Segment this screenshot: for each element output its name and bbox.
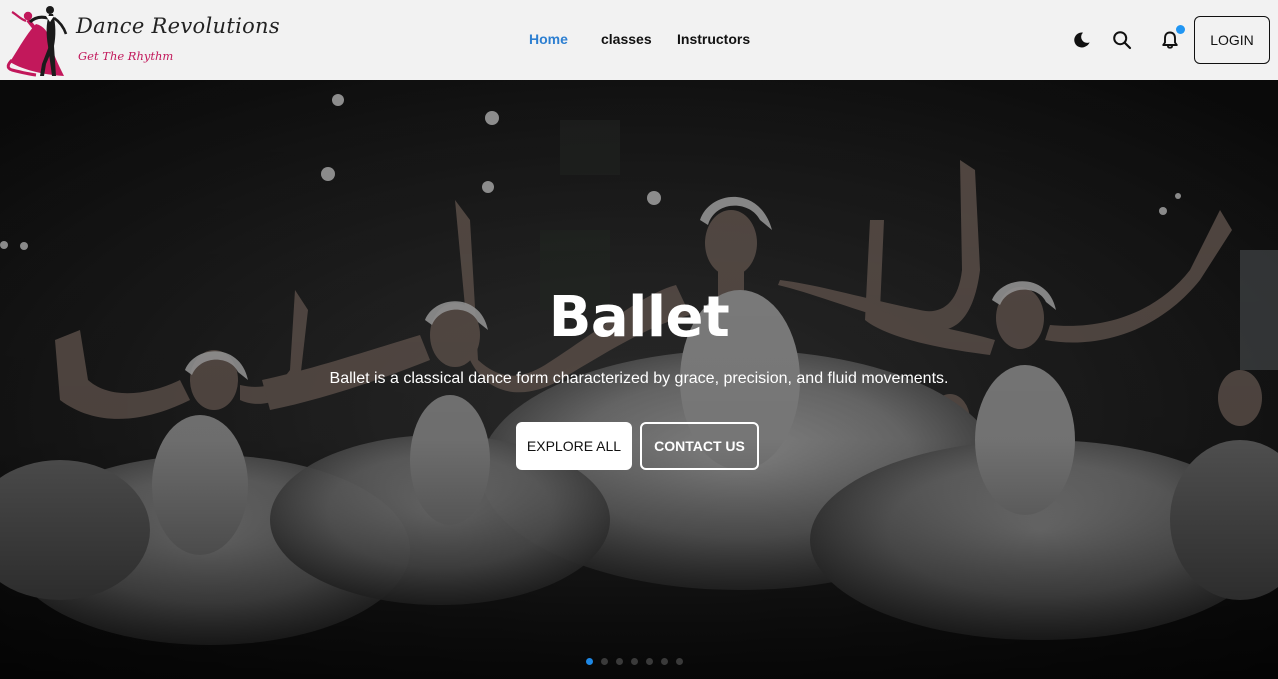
nav-link-instructors[interactable]: Instructors <box>677 31 750 47</box>
carousel-dot-7[interactable] <box>676 658 683 665</box>
brand-title: Dance Revolutions <box>76 14 280 38</box>
dancing-couple-logo-icon <box>6 6 68 77</box>
carousel-dot-3[interactable] <box>616 658 623 665</box>
brand-tagline: Get The Rhythm <box>78 49 174 63</box>
hero-title: Ballet <box>548 285 730 350</box>
hero-description: Ballet is a classical dance form charact… <box>329 370 949 387</box>
carousel-dot-4[interactable] <box>631 658 638 665</box>
moon-icon <box>1074 32 1090 48</box>
carousel-dot-1[interactable] <box>586 658 593 665</box>
login-button[interactable]: LOGIN <box>1194 16 1270 64</box>
nav-link-classes[interactable]: classes <box>601 31 652 47</box>
search-button[interactable] <box>1110 28 1134 52</box>
notification-badge-dot <box>1176 25 1185 34</box>
brand-logo[interactable]: Dance Revolutions Get The Rhythm <box>6 2 280 78</box>
hero-carousel: Ballet Ballet is a classical dance form … <box>0 80 1278 679</box>
hero-content: Ballet Ballet is a classical dance form … <box>0 290 1278 388</box>
carousel-dot-5[interactable] <box>646 658 653 665</box>
explore-all-button[interactable]: EXPLORE ALL <box>516 422 632 470</box>
navbar: Dance Revolutions Get The Rhythm Home cl… <box>0 0 1278 80</box>
search-icon <box>1113 31 1132 50</box>
carousel-indicators <box>586 658 683 666</box>
contact-us-button[interactable]: CONTACT US <box>640 422 759 470</box>
carousel-dot-2[interactable] <box>601 658 608 665</box>
carousel-dot-6[interactable] <box>661 658 668 665</box>
nav-link-home[interactable]: Home <box>529 31 568 47</box>
theme-toggle-button[interactable] <box>1070 28 1094 52</box>
